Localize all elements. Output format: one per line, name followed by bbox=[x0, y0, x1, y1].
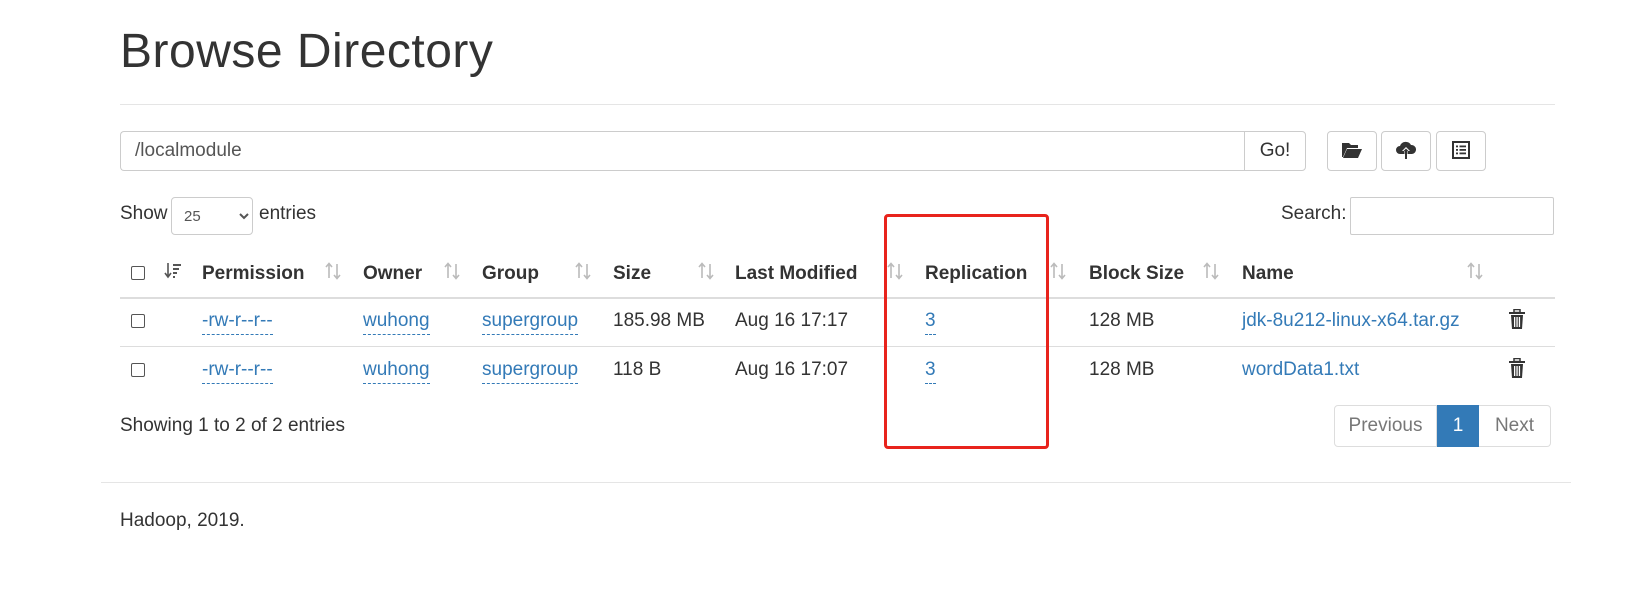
pagination: Previous 1 Next bbox=[1334, 405, 1551, 447]
trash-icon[interactable] bbox=[1508, 357, 1526, 384]
show-label: Show bbox=[120, 203, 168, 224]
footer-text: Hadoop, 2019. bbox=[120, 510, 245, 531]
owner-cell[interactable]: wuhong bbox=[363, 359, 430, 384]
column-header-size[interactable]: Size bbox=[613, 263, 651, 285]
size-cell: 118 B bbox=[613, 359, 662, 380]
block-size-cell: 128 MB bbox=[1089, 310, 1155, 331]
next-page-button[interactable]: Next bbox=[1479, 405, 1551, 447]
row-checkbox[interactable] bbox=[131, 314, 145, 328]
row-checkbox[interactable] bbox=[131, 363, 145, 377]
row-divider bbox=[120, 346, 1555, 347]
footer-divider bbox=[101, 482, 1571, 483]
sort-both-icon[interactable] bbox=[1466, 262, 1484, 285]
file-name-link[interactable]: jdk-8u212-linux-x64.tar.gz bbox=[1242, 310, 1460, 332]
group-cell[interactable]: supergroup bbox=[482, 359, 579, 384]
upload-file-button[interactable] bbox=[1381, 131, 1431, 171]
page-title: Browse Directory bbox=[120, 25, 494, 78]
title-divider bbox=[120, 104, 1555, 105]
permission-cell[interactable]: -rw-r--r-- bbox=[202, 310, 273, 335]
column-header-permission[interactable]: Permission bbox=[202, 263, 304, 285]
permission-cell[interactable]: -rw-r--r-- bbox=[202, 359, 273, 384]
sort-both-icon[interactable] bbox=[574, 262, 592, 285]
column-header-group[interactable]: Group bbox=[482, 263, 539, 285]
path-bar: Go! bbox=[120, 131, 1306, 171]
replication-highlight-box bbox=[884, 214, 1049, 449]
list-icon bbox=[1452, 140, 1470, 162]
cloud-upload-icon bbox=[1395, 140, 1417, 163]
select-all-checkbox[interactable] bbox=[131, 266, 145, 280]
last-modified-cell: Aug 16 17:17 bbox=[735, 310, 849, 331]
column-header-last-modified[interactable]: Last Modified bbox=[735, 263, 857, 285]
sort-both-icon[interactable] bbox=[324, 262, 342, 285]
owner-cell[interactable]: wuhong bbox=[363, 310, 430, 335]
sort-both-icon[interactable] bbox=[443, 262, 461, 285]
sort-amount-desc-icon[interactable] bbox=[164, 262, 182, 285]
folder-open-icon bbox=[1341, 141, 1363, 162]
last-modified-cell: Aug 16 17:07 bbox=[735, 359, 849, 380]
sort-both-icon[interactable] bbox=[1202, 262, 1220, 285]
view-list-button[interactable] bbox=[1436, 131, 1486, 171]
column-header-owner[interactable]: Owner bbox=[363, 263, 422, 285]
go-button[interactable]: Go! bbox=[1244, 131, 1306, 171]
column-header-block-size[interactable]: Block Size bbox=[1089, 263, 1184, 285]
directory-path-input[interactable] bbox=[120, 131, 1244, 171]
header-divider bbox=[120, 297, 1555, 299]
page-1-button[interactable]: 1 bbox=[1437, 405, 1479, 447]
create-directory-button[interactable] bbox=[1327, 131, 1377, 171]
search-label: Search: bbox=[1281, 203, 1347, 224]
group-cell[interactable]: supergroup bbox=[482, 310, 579, 335]
sort-both-icon[interactable] bbox=[1049, 262, 1067, 285]
entries-label: entries bbox=[259, 203, 317, 224]
trash-icon[interactable] bbox=[1508, 308, 1526, 335]
column-header-name[interactable]: Name bbox=[1242, 263, 1294, 285]
file-name-link[interactable]: wordData1.txt bbox=[1242, 359, 1359, 381]
search-input[interactable] bbox=[1350, 197, 1554, 235]
size-cell: 185.98 MB bbox=[613, 310, 705, 331]
block-size-cell: 128 MB bbox=[1089, 359, 1155, 380]
table-info: Showing 1 to 2 of 2 entries bbox=[120, 415, 345, 436]
entries-per-page-select[interactable]: 25 bbox=[171, 197, 253, 235]
sort-both-icon[interactable] bbox=[697, 262, 715, 285]
previous-page-button[interactable]: Previous bbox=[1334, 405, 1437, 447]
